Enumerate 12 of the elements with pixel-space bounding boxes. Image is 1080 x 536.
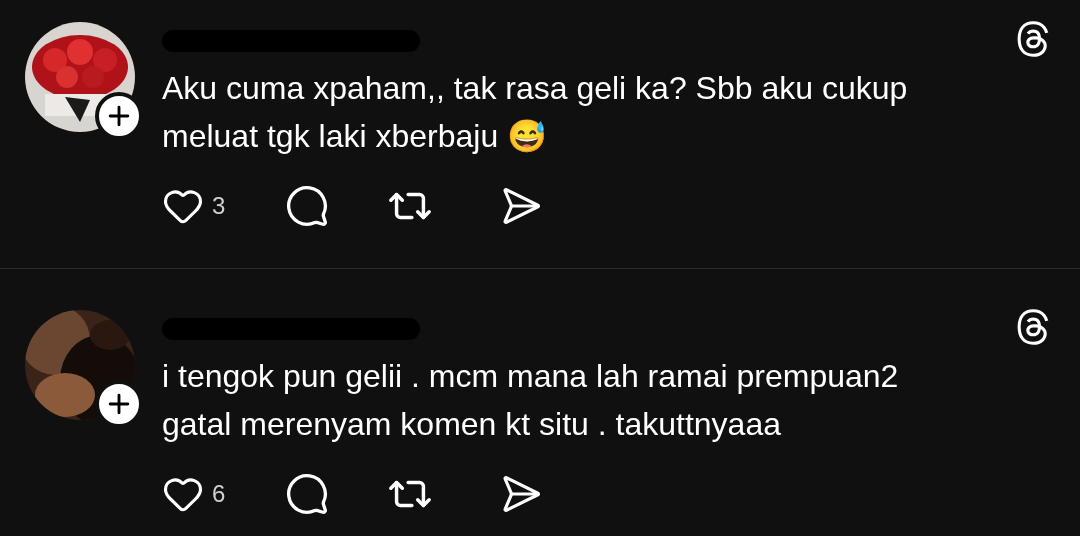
plus-icon bbox=[108, 105, 130, 127]
reply-button[interactable] bbox=[285, 184, 330, 228]
post-text: i tengok pun gelii . mcm mana lah ramai prempuan2 gatal merenyam komen kt situ . takuttnyaaa bbox=[162, 357, 900, 444]
like-button[interactable]: 6 bbox=[162, 473, 226, 515]
comment-icon bbox=[285, 472, 330, 516]
like-count: 3 bbox=[212, 191, 226, 221]
reply-button[interactable] bbox=[285, 472, 330, 516]
plus-icon bbox=[108, 393, 130, 415]
like-button[interactable]: 3 bbox=[162, 185, 226, 227]
like-count: 6 bbox=[212, 479, 226, 509]
post-text: Aku cuma xpaham,, tak rasa geli ka? Sbb aku cukup meluat tgk laki xberbaju 😅 bbox=[162, 69, 909, 156]
comment-icon bbox=[285, 184, 330, 228]
